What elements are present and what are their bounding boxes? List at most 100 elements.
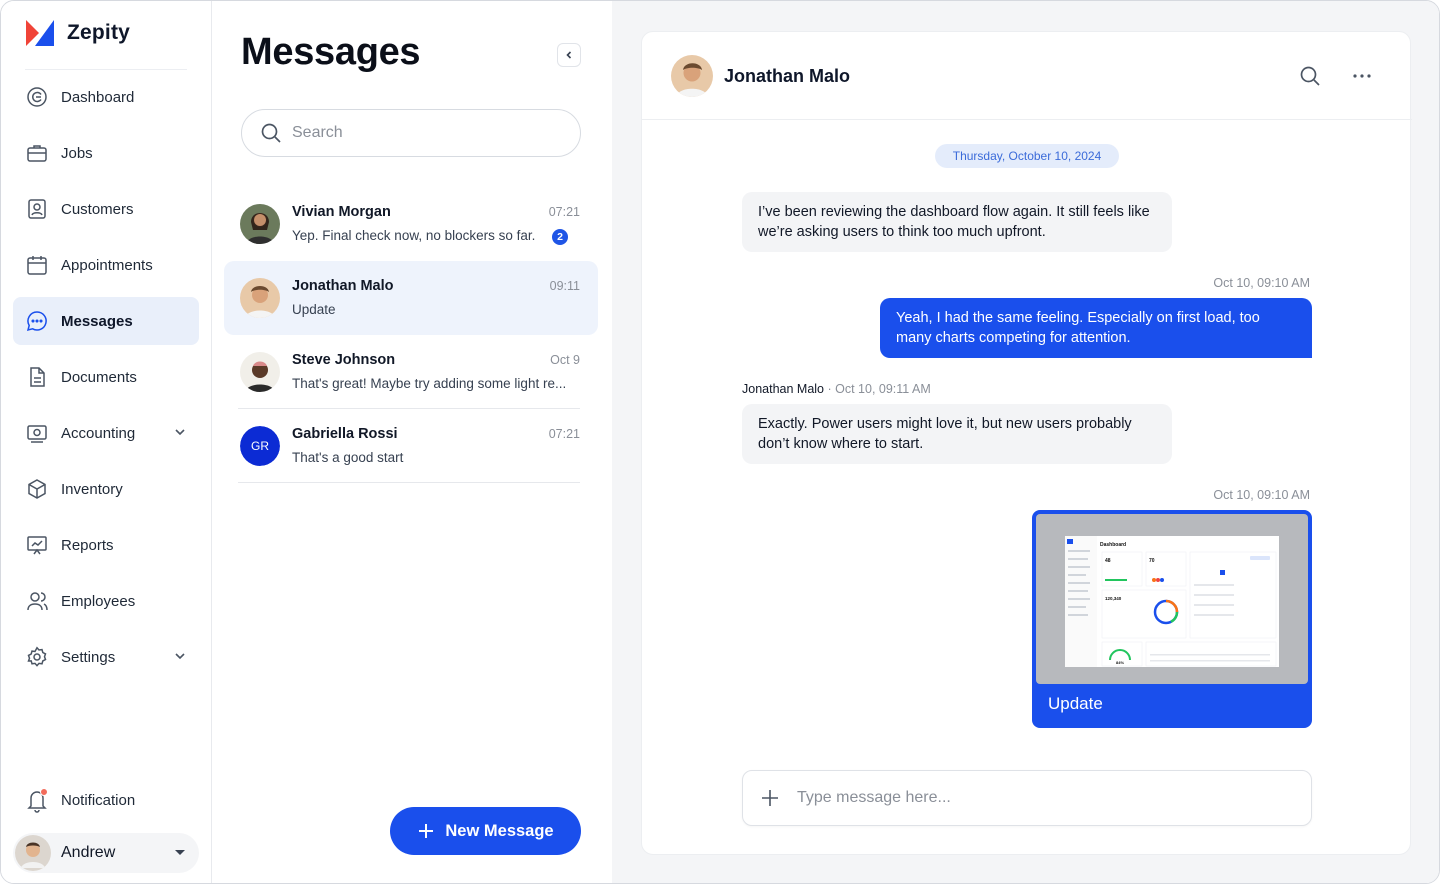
message-preview: Update xyxy=(292,302,336,317)
chat-header: Jonathan Malo xyxy=(642,32,1412,120)
box-icon xyxy=(25,477,49,501)
search-icon xyxy=(261,123,281,143)
sidebar-item-label: Employees xyxy=(61,592,136,610)
sidebar-item-dashboard[interactable]: Dashboard xyxy=(13,73,199,121)
message-timestamp: Oct 10, 09:10 AM xyxy=(1213,276,1310,290)
user-menu[interactable]: Andrew xyxy=(13,833,199,873)
divider xyxy=(238,482,580,483)
collapse-panel-button[interactable] xyxy=(557,43,581,67)
new-message-button[interactable]: New Message xyxy=(390,807,581,855)
chevron-left-icon xyxy=(566,51,572,59)
avatar[interactable] xyxy=(671,55,713,97)
contact-name: Steve Johnson xyxy=(292,352,396,368)
dashboard-screenshot: Dashboard 48 70 120,340 84% xyxy=(1065,536,1279,667)
chevron-down-icon[interactable] xyxy=(173,425,187,439)
sidebar-item-label: Documents xyxy=(61,368,137,386)
chat-panel: Jonathan Malo Thursday, October 10, 2024… xyxy=(641,31,1412,855)
message-preview: That's a good start xyxy=(292,450,404,465)
sidebar-item-label: Jobs xyxy=(61,144,93,162)
gear-icon xyxy=(25,645,49,669)
sidebar-item-notification[interactable]: Notification xyxy=(25,787,135,813)
conversation-item[interactable]: Vivian Morgan 07:21 Yep. Final check now… xyxy=(224,187,598,261)
avatar xyxy=(15,835,51,871)
chevron-down-icon[interactable] xyxy=(173,649,187,663)
attachment-stat: 70 xyxy=(1149,558,1155,564)
reports-icon xyxy=(25,533,49,557)
message-time: 07:21 xyxy=(548,427,580,441)
sidebar-item-label: Customers xyxy=(61,200,134,218)
sidebar-item-employees[interactable]: Employees xyxy=(13,577,199,625)
message-timestamp: Oct 10, 09:10 AM xyxy=(1213,488,1310,502)
chat-contact-name: Jonathan Malo xyxy=(724,66,851,86)
plus-icon[interactable] xyxy=(761,789,779,807)
sidebar-item-messages[interactable]: Messages xyxy=(13,297,199,345)
incoming-message: I’ve been reviewing the dashboard flow a… xyxy=(742,192,1172,252)
attachment-stat: 48 xyxy=(1105,558,1111,564)
conversation-item[interactable]: Jonathan Malo 09:11 Update xyxy=(224,261,598,335)
sender-name: Jonathan Malo xyxy=(742,382,825,396)
search-chat-button[interactable] xyxy=(1298,64,1322,88)
contact-name: Gabriella Rossi xyxy=(292,426,398,442)
plus-icon xyxy=(419,824,434,838)
message-time: Oct 9 xyxy=(550,353,580,367)
attachment-stat: 120,340 xyxy=(1105,596,1122,601)
user-name: Andrew xyxy=(61,844,116,861)
message-timestamp: · Oct 10, 09:11 AM xyxy=(827,382,931,396)
message-time: 07:21 xyxy=(548,205,580,219)
image-caption: Update xyxy=(1048,694,1103,713)
message-preview: Yep. Final check now, no blockers so far… xyxy=(292,228,536,243)
sidebar-item-label: Inventory xyxy=(61,480,123,498)
message-meta: Jonathan Malo · Oct 10, 09:11 AM xyxy=(742,382,931,396)
briefcase-icon xyxy=(25,141,49,165)
attachment-stat: 84% xyxy=(1116,660,1124,665)
customer-icon xyxy=(25,197,49,221)
bell-icon xyxy=(27,788,48,813)
calendar-icon xyxy=(25,253,49,277)
accounting-icon xyxy=(25,421,49,445)
search-input[interactable] xyxy=(292,124,552,142)
search-box[interactable] xyxy=(241,109,581,157)
users-icon xyxy=(25,589,49,613)
sidebar-item-documents[interactable]: Documents xyxy=(13,353,199,401)
divider xyxy=(25,69,187,70)
avatar xyxy=(240,278,280,318)
sidebar-item-customers[interactable]: Customers xyxy=(13,185,199,233)
sidebar-item-label: Dashboard xyxy=(61,88,135,106)
avatar: GR xyxy=(240,426,280,466)
more-options-button[interactable] xyxy=(1350,64,1374,88)
sidebar-item-jobs[interactable]: Jobs xyxy=(13,129,199,177)
outgoing-message: Yeah, I had the same feeling. Especially… xyxy=(880,298,1312,358)
conversation-item[interactable]: GR Gabriella Rossi 07:21 That's a good s… xyxy=(224,409,598,483)
contact-name: Vivian Morgan xyxy=(292,204,391,220)
message-input[interactable] xyxy=(797,789,1277,807)
conversation-list-panel: Messages Vivian Morgan 07:21 Yep. Final … xyxy=(212,1,612,883)
sidebar-item-appointments[interactable]: Appointments xyxy=(13,241,199,289)
sidebar-item-accounting[interactable]: Accounting xyxy=(13,409,199,457)
message-time: 09:11 xyxy=(549,279,580,293)
image-message[interactable]: Dashboard 48 70 120,340 84% Update xyxy=(1032,510,1312,728)
search-icon xyxy=(1300,66,1320,86)
attachment-thumbnail[interactable]: Dashboard 48 70 120,340 84% xyxy=(1036,514,1308,684)
sidebar-item-label: Reports xyxy=(61,536,114,554)
brand[interactable]: Zepity xyxy=(25,19,130,47)
dashboard-icon xyxy=(25,85,49,109)
more-horizontal-icon xyxy=(1353,74,1371,78)
message-preview: That's great! Maybe try adding some ligh… xyxy=(292,376,567,391)
sidebar-item-settings[interactable]: Settings xyxy=(13,633,199,681)
avatar xyxy=(240,204,280,244)
sidebar-item-label: Messages xyxy=(61,312,133,330)
conversation-item[interactable]: Steve Johnson Oct 9 That's great! Maybe … xyxy=(224,335,598,409)
date-divider: Thursday, October 10, 2024 xyxy=(935,144,1119,168)
brand-name: Zepity xyxy=(67,21,131,44)
notification-label: Notification xyxy=(61,791,136,809)
sidebar-item-label: Settings xyxy=(61,648,116,666)
avatar xyxy=(240,352,280,392)
sidebar: Zepity Dashboard Jobs Customers Appointm… xyxy=(1,1,212,883)
sidebar-item-inventory[interactable]: Inventory xyxy=(13,465,199,513)
sidebar-item-reports[interactable]: Reports xyxy=(13,521,199,569)
contact-name: Jonathan Malo xyxy=(292,278,394,294)
message-composer[interactable] xyxy=(742,770,1312,826)
incoming-message: Exactly. Power users might love it, but … xyxy=(742,404,1172,464)
document-icon xyxy=(25,365,49,389)
sidebar-nav: Dashboard Jobs Customers Appointments Me… xyxy=(13,73,199,689)
